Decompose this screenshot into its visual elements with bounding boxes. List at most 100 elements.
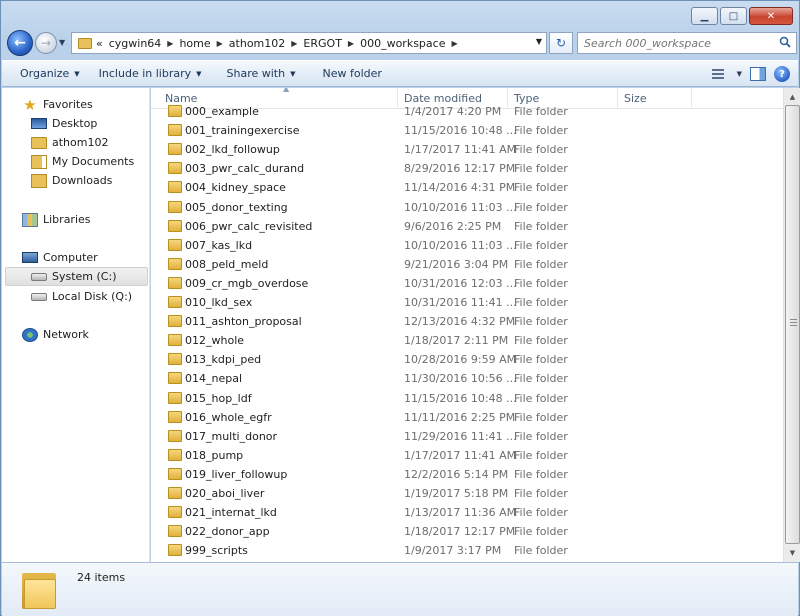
file-row[interactable]: 009_cr_mgb_overdose 10/31/2016 12:03 ... F… <box>151 274 783 293</box>
close-button[interactable]: ✕ <box>749 7 793 25</box>
chevron-right-icon[interactable]: ▶ <box>291 39 297 48</box>
scroll-down-button[interactable]: ▼ <box>785 545 800 561</box>
chevron-right-icon[interactable]: ▶ <box>348 39 354 48</box>
organize-label: Organize <box>20 67 70 80</box>
file-row[interactable]: 000_example 1/4/2017 4:20 PM File folder <box>151 102 783 121</box>
file-date-modified: 11/15/2016 10:48 ... <box>404 124 517 138</box>
scrollbar-thumb[interactable] <box>785 105 800 544</box>
chevron-right-icon[interactable]: ▶ <box>217 39 223 48</box>
folder-icon <box>168 181 182 194</box>
sort-ascending-icon: ▲ <box>283 88 290 93</box>
breadcrumb: « cygwin64 ▶ home ▶ athom102 ▶ ERGOT ▶ 000_w… <box>96 37 464 50</box>
file-type: File folder <box>514 487 568 500</box>
breadcrumb-home[interactable]: home <box>179 37 210 50</box>
forward-button[interactable]: → <box>35 32 57 54</box>
grip-icon <box>790 319 797 327</box>
recent-pages-chevron-down-icon[interactable]: ▼ <box>59 38 65 47</box>
breadcrumb-000-workspace[interactable]: 000_workspace <box>360 37 445 50</box>
nav-network[interactable]: Network <box>22 325 89 344</box>
file-row[interactable]: 999_scripts 1/9/2017 3:17 PM File folder <box>151 541 783 560</box>
file-row[interactable]: 011_ashton_proposal 12/13/2016 4:32 PM Fil… <box>151 312 783 331</box>
breadcrumb-athom102[interactable]: athom102 <box>229 37 285 50</box>
file-row[interactable]: 014_nepal 11/30/2016 10:56 ... File folder <box>151 369 783 388</box>
include-in-library-button[interactable]: Include in library ▼ <box>89 61 211 86</box>
file-name: 018_pump <box>185 448 244 462</box>
file-name: 002_lkd_followup <box>185 143 280 157</box>
search-icon[interactable] <box>779 36 791 48</box>
folder-icon <box>168 391 182 404</box>
file-row[interactable]: 016_whole_egfr 11/11/2016 2:25 PM File fol… <box>151 408 783 427</box>
chevron-right-icon[interactable]: ▶ <box>451 39 457 48</box>
file-type: File folder <box>514 448 568 462</box>
file-date-modified: 1/18/2017 12:17 PM <box>404 525 516 539</box>
file-name: 003_pwr_calc_durand <box>185 162 305 176</box>
file-row[interactable]: 006_pwr_calc_revisited 9/6/2016 2:25 PM Fi… <box>151 217 783 236</box>
folder-icon <box>168 334 182 347</box>
file-type: File folder <box>514 544 568 558</box>
address-bar[interactable]: « cygwin64 ▶ home ▶ athom102 ▶ ERGOT ▶ 000_w… <box>71 32 547 54</box>
breadcrumb-overflow[interactable]: « <box>96 37 103 50</box>
file-date-modified: 12/2/2016 5:14 PM <box>404 467 509 481</box>
minimize-button[interactable]: ▁ <box>691 7 718 25</box>
file-row[interactable]: 022_donor_app 1/18/2017 12:17 PM File fold… <box>151 522 783 541</box>
file-date-modified: 10/31/2016 12:03 ... <box>404 276 517 290</box>
folder-icon <box>168 105 182 117</box>
share-with-button[interactable]: Share with ▼ <box>211 61 305 86</box>
file-row[interactable]: 018_pump 1/17/2017 11:41 AM File folder <box>151 446 783 465</box>
file-row[interactable]: 020_aboi_liver 1/19/2017 5:18 PM File fold… <box>151 484 783 503</box>
file-row[interactable]: 017_multi_donor 11/29/2016 11:41 ... File … <box>151 427 783 446</box>
nav-desktop[interactable]: Desktop <box>31 114 97 133</box>
file-row[interactable]: 001_trainingexercise 11/15/2016 10:48 ...… <box>151 121 783 140</box>
file-name: 000_example <box>185 105 259 118</box>
refresh-button[interactable]: ↻ <box>549 32 573 54</box>
file-date-modified: 1/4/2017 4:20 PM <box>404 105 502 118</box>
desktop-icon <box>31 118 47 129</box>
folder-icon <box>168 219 182 232</box>
file-name: 016_whole_egfr <box>185 410 272 424</box>
nav-computer[interactable]: Computer <box>22 248 98 267</box>
file-row[interactable]: 005_donor_texting 10/10/2016 11:03 ... Fil… <box>151 198 783 217</box>
file-type: File folder <box>514 525 568 539</box>
file-type: File folder <box>514 219 568 233</box>
organize-button[interactable]: Organize ▼ <box>2 61 89 86</box>
nav-favorites[interactable]: ★ Favorites <box>22 95 92 114</box>
file-row[interactable]: 004_kidney_space 11/14/2016 4:31 PM File f… <box>151 178 783 197</box>
nav-system-c[interactable]: System (C:) <box>5 267 148 286</box>
change-view-button[interactable]: ▼ <box>712 65 742 83</box>
breadcrumb-ergot[interactable]: ERGOT <box>303 37 342 50</box>
scroll-up-button[interactable]: ▲ <box>785 89 800 105</box>
nav-libraries[interactable]: Libraries <box>22 210 91 229</box>
vertical-scrollbar[interactable]: ▲ ▼ <box>783 88 800 562</box>
back-button[interactable]: ← <box>7 30 33 56</box>
file-type: File folder <box>514 162 568 176</box>
file-row[interactable]: 021_internat_lkd 1/13/2017 11:36 AM File f… <box>151 503 783 522</box>
file-row[interactable]: 019_liver_followup 12/2/2016 5:14 PM File … <box>151 465 783 484</box>
search-input[interactable] <box>578 36 773 50</box>
file-row[interactable]: 003_pwr_calc_durand 8/29/2016 12:17 PM Fil… <box>151 159 783 178</box>
file-row[interactable]: 008_peld_meld 9/21/2016 3:04 PM File folde… <box>151 255 783 274</box>
maximize-button[interactable]: □ <box>720 7 747 25</box>
nav-athom102[interactable]: athom102 <box>31 133 108 152</box>
file-name: 012_whole <box>185 334 245 348</box>
help-button[interactable]: ? <box>774 66 790 82</box>
file-name: 022_donor_app <box>185 525 270 539</box>
file-row[interactable]: 007_kas_lkd 10/10/2016 11:03 ... File fold… <box>151 236 783 255</box>
share-label: Share with <box>226 67 286 80</box>
folder-icon <box>168 200 182 213</box>
nav-downloads[interactable]: Downloads <box>31 171 112 190</box>
file-row[interactable]: 010_lkd_sex 10/31/2016 11:41 ... File fold… <box>151 293 783 312</box>
nav-local-disk-q[interactable]: Local Disk (Q:) <box>31 287 132 306</box>
file-name: 019_liver_followup <box>185 467 288 481</box>
file-row[interactable]: 015_hop_ldf 11/15/2016 10:48 ... File fold… <box>151 389 783 408</box>
file-row[interactable]: 013_kdpi_ped 10/28/2016 9:59 AM File folde… <box>151 350 783 369</box>
file-row[interactable]: 002_lkd_followup 1/17/2017 11:41 AM File f… <box>151 140 783 159</box>
folder-icon <box>168 315 182 328</box>
address-history-chevron-down-icon[interactable]: ▼ <box>536 37 542 46</box>
breadcrumb-cygwin64[interactable]: cygwin64 <box>109 37 162 50</box>
details-pane: 24 items <box>2 562 798 616</box>
new-folder-button[interactable]: New folder <box>304 61 390 86</box>
file-row[interactable]: 012_whole 1/18/2017 2:11 PM File folder <box>151 331 783 350</box>
preview-pane-button[interactable] <box>750 67 766 81</box>
chevron-right-icon[interactable]: ▶ <box>167 39 173 48</box>
nav-my-documents[interactable]: My Documents <box>31 152 134 171</box>
